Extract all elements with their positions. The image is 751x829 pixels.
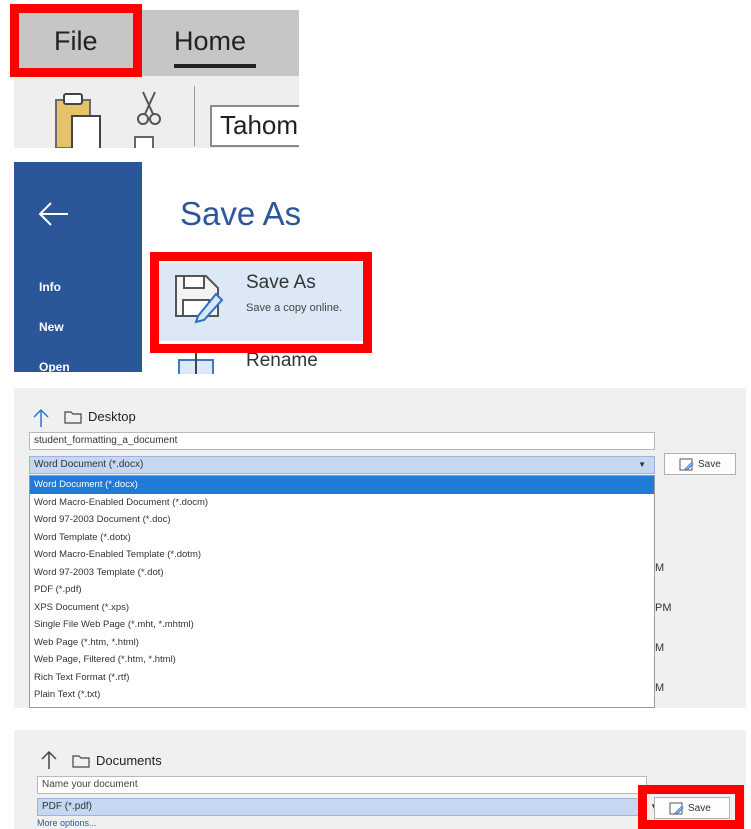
sidebar-item-open[interactable]: Open (39, 360, 70, 372)
file-type-select[interactable]: PDF (*.pdf) ▼ (37, 798, 658, 816)
sidebar-item-new[interactable]: New (39, 320, 64, 334)
file-type-dropdown-list: Word Document (*.docx) Word Macro-Enable… (29, 475, 655, 708)
file-type-option[interactable]: Word Template (*.dotx) (30, 529, 654, 547)
file-type-option[interactable]: Word Document (*.docx) (30, 476, 654, 494)
file-type-select[interactable]: Word Document (*.docx) ▼ (29, 456, 655, 474)
folder-icon (72, 755, 90, 768)
font-name-value: Tahom (220, 110, 299, 140)
modified-time-fragment: M (655, 682, 665, 694)
file-type-option[interactable]: Web Page, Filtered (*.htm, *.html) (30, 651, 654, 669)
copy-icon[interactable] (132, 134, 158, 148)
page-title: Save As (180, 195, 302, 232)
tab-home-active-indicator (174, 64, 256, 68)
backstage-sidebar: Info New Open (14, 162, 142, 372)
filename-field[interactable]: Name your document (37, 776, 647, 794)
file-type-option[interactable]: PDF (*.pdf) (30, 581, 654, 599)
cut-icon[interactable] (134, 88, 164, 128)
save-dialog-pdf-panel: Documents Name your document PDF (*.pdf)… (14, 730, 746, 829)
save-icon (679, 458, 694, 470)
file-type-option[interactable]: Web Page (*.htm, *.html) (30, 634, 654, 652)
rename-option-label[interactable]: Rename (246, 350, 318, 372)
save-button-label: Save (698, 458, 721, 470)
file-type-option[interactable]: Word Macro-Enabled Document (*.docm) (30, 494, 654, 512)
up-arrow-icon[interactable] (40, 750, 58, 770)
filename-field[interactable]: student_formatting_a_document (29, 432, 655, 450)
modified-time-fragment: M (655, 642, 665, 654)
save-as-highlight (150, 252, 372, 353)
up-arrow-icon[interactable] (32, 408, 50, 428)
back-arrow-icon[interactable] (38, 202, 70, 226)
tab-home-label[interactable]: Home (174, 26, 246, 57)
modified-time-fragment: M (655, 562, 665, 574)
file-type-option[interactable]: Single File Web Page (*.mht, *.mhtml) (30, 616, 654, 634)
more-options-link[interactable]: More options... (37, 818, 97, 828)
ribbon-separator (194, 86, 195, 146)
file-type-option[interactable]: XPS Document (*.xps) (30, 599, 654, 617)
file-type-option[interactable]: Word 97-2003 Document (*.doc) (30, 511, 654, 529)
file-tab-highlight (10, 4, 142, 77)
location-label[interactable]: Desktop (88, 409, 136, 424)
rename-icon (178, 352, 214, 374)
sidebar-item-info[interactable]: Info (39, 280, 61, 294)
save-button-highlight (638, 785, 744, 829)
file-type-select-value: PDF (*.pdf) (42, 801, 93, 812)
save-dialog-dropdown-panel: Desktop student_formatting_a_document Wo… (14, 388, 746, 708)
file-type-option[interactable]: Word 97-2003 Template (*.dot) (30, 564, 654, 582)
file-type-option[interactable]: Word Macro-Enabled Template (*.dotm) (30, 546, 654, 564)
chevron-down-icon: ▼ (638, 460, 646, 469)
paste-icon[interactable] (50, 90, 106, 148)
folder-icon (64, 411, 82, 424)
modified-time-fragment: PM (655, 602, 672, 614)
file-type-option[interactable]: Plain Text (*.txt) (30, 686, 654, 704)
save-button[interactable]: Save (664, 453, 736, 475)
file-type-select-value: Word Document (*.docx) (34, 459, 144, 470)
location-label[interactable]: Documents (96, 753, 162, 768)
file-type-option[interactable]: Rich Text Format (*.rtf) (30, 669, 654, 687)
